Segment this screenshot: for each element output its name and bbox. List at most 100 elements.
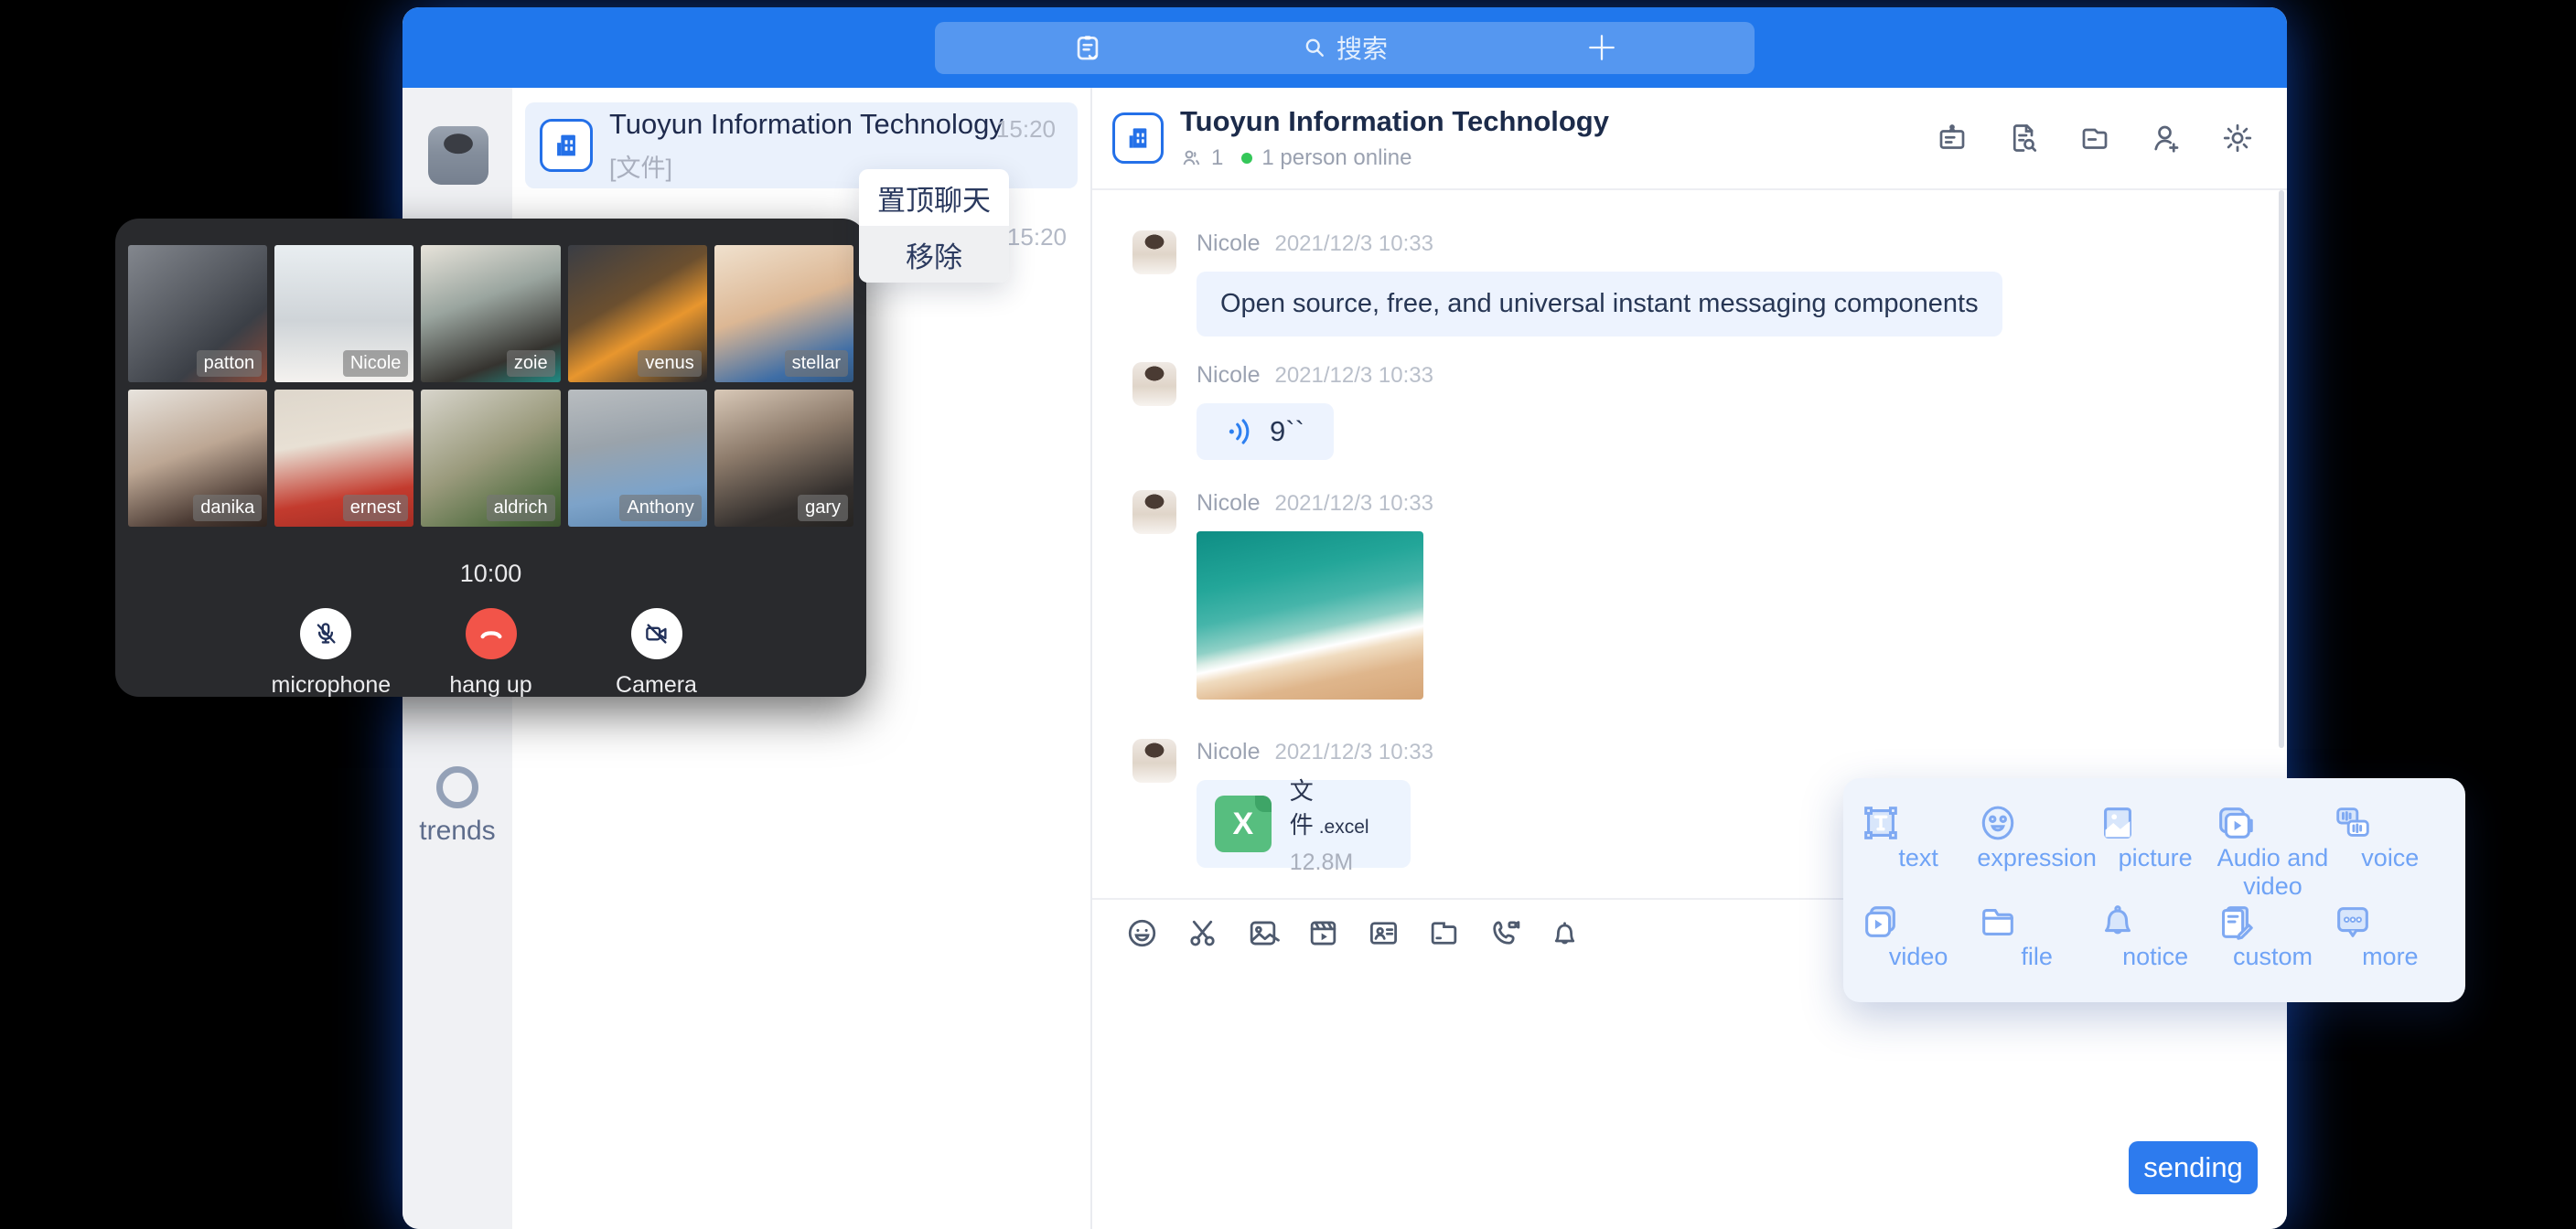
online-status: 1 person online xyxy=(1261,145,1411,171)
attach-type-panel: text expression picture Audio and video xyxy=(1843,778,2465,1002)
file-bubble[interactable]: X 文件.excel 12.8M xyxy=(1197,780,1411,868)
send-button[interactable]: sending xyxy=(2129,1141,2258,1194)
add-member-icon[interactable] xyxy=(2150,122,2183,155)
menu-item-remove[interactable]: 移除 xyxy=(859,226,1009,283)
participant-name: zoie xyxy=(507,350,555,377)
settings-gear-icon[interactable] xyxy=(2221,122,2254,155)
message-time: 2021/12/3 10:33 xyxy=(1274,363,1433,389)
text-bubble[interactable]: Open source, free, and universal instant… xyxy=(1197,272,2002,337)
participant-tile: patton xyxy=(128,245,267,382)
group-notice-icon[interactable] xyxy=(1936,122,1969,155)
participant-name: danika xyxy=(193,495,262,521)
participant-tile: zoie xyxy=(421,245,560,382)
search-input[interactable]: 搜索 xyxy=(1302,29,1388,66)
chat-header: Tuoyun Information Technology 1 1 person… xyxy=(1092,88,2287,190)
panel-item-picture[interactable]: picture xyxy=(2097,802,2214,901)
members-icon xyxy=(1180,147,1202,169)
scrollbar-thumb[interactable] xyxy=(2279,190,2284,748)
trends-icon xyxy=(436,766,478,808)
sender-avatar[interactable] xyxy=(1132,739,1176,783)
search-bar[interactable]: 搜索 xyxy=(935,22,1755,74)
conversation-time: 15:20 xyxy=(996,115,1056,144)
panel-item-file[interactable]: file xyxy=(1977,901,2097,986)
online-dot xyxy=(1241,153,1252,164)
contact-card-icon[interactable] xyxy=(1367,916,1401,950)
participant-name: gary xyxy=(798,495,848,521)
participant-name: stellar xyxy=(785,350,848,377)
search-placeholder: 搜索 xyxy=(1336,29,1388,66)
sender-name: Nicole xyxy=(1197,739,1260,765)
voice-bubble[interactable]: 9`` xyxy=(1197,403,1334,460)
menu-item-pin-chat[interactable]: 置顶聊天 xyxy=(859,169,1009,226)
panel-item-text[interactable]: text xyxy=(1860,802,1977,901)
member-count: 1 xyxy=(1211,145,1223,171)
hang-up-icon xyxy=(478,620,505,647)
audio-video-icon xyxy=(2214,802,2331,844)
participant-name: venus xyxy=(638,350,701,377)
microphone-mute-button[interactable] xyxy=(300,608,351,659)
message-input-area[interactable]: sending xyxy=(1092,966,2287,1229)
panel-item-expression[interactable]: expression xyxy=(1977,802,2097,901)
building-icon xyxy=(1123,123,1153,153)
panel-item-notice[interactable]: notice xyxy=(2097,901,2214,986)
image-attachment-beach[interactable] xyxy=(1197,531,1423,700)
notice-bell-icon xyxy=(2097,901,2214,943)
plus-icon[interactable] xyxy=(1586,32,1617,63)
more-dots-icon xyxy=(2332,901,2449,943)
message-time: 2021/12/3 10:33 xyxy=(1274,740,1433,765)
sender-avatar[interactable] xyxy=(1132,230,1176,274)
message-time: 2021/12/3 10:33 xyxy=(1274,231,1433,257)
panel-item-voice[interactable]: voice xyxy=(2332,802,2449,901)
sender-avatar[interactable] xyxy=(1132,362,1176,406)
video-call-overlay: patton Nicole zoie venus stellar danika … xyxy=(115,219,866,697)
panel-item-more[interactable]: more xyxy=(2332,901,2449,986)
hang-up-button[interactable] xyxy=(466,608,517,659)
voice-wave-icon xyxy=(1226,416,1257,447)
participant-tile: danika xyxy=(128,390,267,527)
conversation-context-menu: 置顶聊天 移除 xyxy=(859,169,1009,283)
expression-smiley-icon xyxy=(1977,802,2097,844)
file-size: 12.8M xyxy=(1290,850,1392,876)
camera-label: Camera xyxy=(603,672,711,699)
excel-file-icon: X xyxy=(1215,796,1272,852)
camera-off-icon xyxy=(643,620,671,647)
group-files-icon[interactable] xyxy=(2078,122,2111,155)
participant-name: Nicole xyxy=(343,350,409,377)
file-folder-icon[interactable] xyxy=(1427,916,1461,950)
video-call-icon[interactable] xyxy=(1487,916,1521,950)
conversation-title: Tuoyun Information Technology xyxy=(609,108,996,141)
my-avatar[interactable] xyxy=(428,126,488,185)
trends-label: trends xyxy=(402,816,512,847)
voice-bubbles-icon xyxy=(2332,802,2449,844)
file-folder-icon xyxy=(1977,901,2097,943)
voice-duration: 9`` xyxy=(1270,415,1304,448)
panel-item-custom[interactable]: custom xyxy=(2214,901,2331,986)
sender-name: Nicole xyxy=(1197,362,1260,389)
contact-note-icon[interactable] xyxy=(1072,28,1103,67)
message-text: Nicole2021/12/3 10:33 Open source, free,… xyxy=(1132,230,2002,337)
image-icon[interactable] xyxy=(1246,916,1280,950)
participant-tile: gary xyxy=(714,390,853,527)
panel-item-audio-video[interactable]: Audio and video xyxy=(2214,802,2331,901)
emoji-icon[interactable] xyxy=(1125,916,1159,950)
message-voice: Nicole 2021/12/3 10:33 9`` xyxy=(1132,362,1433,460)
participant-tile: venus xyxy=(568,245,707,382)
custom-doc-pen-icon xyxy=(2214,901,2331,943)
participant-tile: Nicole xyxy=(274,245,413,382)
top-bar: 搜索 xyxy=(402,7,2287,88)
text-frame-icon xyxy=(1860,802,1977,844)
chat-history-search-icon[interactable] xyxy=(2007,122,2040,155)
screenshot-scissors-icon[interactable] xyxy=(1186,916,1219,950)
mic-off-icon xyxy=(312,620,339,647)
sidebar-item-trends[interactable]: trends xyxy=(402,766,512,847)
video-clapper-icon[interactable] xyxy=(1306,916,1340,950)
notification-bell-icon[interactable] xyxy=(1548,916,1582,950)
sender-avatar[interactable] xyxy=(1132,490,1176,534)
file-ext: .excel xyxy=(1319,817,1369,838)
camera-off-button[interactable] xyxy=(631,608,682,659)
participant-name: ernest xyxy=(343,495,409,521)
chat-panel: Tuoyun Information Technology 1 1 person… xyxy=(1092,88,2287,1229)
conversation-time-2: 15:20 xyxy=(1007,223,1067,251)
picture-icon xyxy=(2097,802,2214,844)
panel-item-video[interactable]: video xyxy=(1860,901,1977,986)
